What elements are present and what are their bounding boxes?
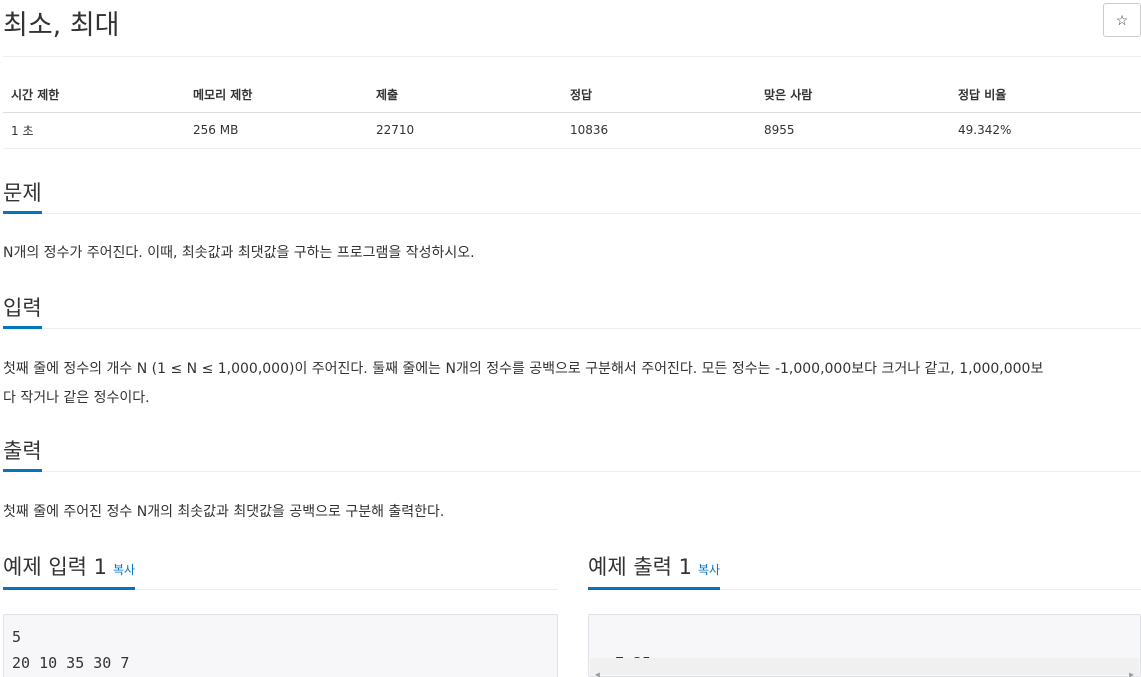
- output-section: 출력 첫째 줄에 주어진 정수 N개의 최솟값과 최댓값을 공백으로 구분해 출…: [3, 438, 1141, 527]
- description-header: 문제: [3, 180, 1141, 214]
- scroll-left-arrow-icon[interactable]: ◀: [595, 662, 600, 677]
- sample-output-copy-link[interactable]: 복사: [698, 563, 720, 577]
- sample-output-section: 예제 출력 1 복사: [588, 548, 1141, 590]
- sample-input-heading: 예제 입력 1 복사: [3, 548, 136, 590]
- output-text: 첫째 줄에 주어진 정수 N개의 최솟값과 최댓값을 공백으로 구분해 출력한다…: [3, 504, 445, 520]
- info-value-accepted: 10836: [562, 112, 756, 149]
- input-header: 입력: [3, 295, 1141, 329]
- info-header-submissions: 제출: [368, 78, 562, 113]
- input-heading: 입력: [3, 295, 42, 329]
- info-header-ratio: 정답 비율: [950, 78, 1141, 113]
- info-value-row: 1 초 256 MB 22710 10836 8955 49.342%: [3, 112, 1141, 149]
- info-value-solved-users: 8955: [756, 112, 950, 149]
- info-value-memory-limit: 256 MB: [185, 112, 368, 149]
- input-text-line1: 첫째 줄에 정수의 개수 N (1 ≤ N ≤ 1,000,000)이 주어진다…: [3, 361, 1044, 377]
- horizontal-scrollbar[interactable]: ◀ ▶: [590, 658, 1139, 677]
- problem-info-table: 시간 제한 메모리 제한 제출 정답 맞은 사람 정답 비율 1 초 256 M…: [3, 78, 1141, 149]
- info-header-time-limit: 시간 제한: [3, 78, 185, 113]
- star-button[interactable]: ☆: [1103, 3, 1141, 37]
- description-text: N개의 정수가 주어진다. 이때, 최솟값과 최댓값을 구하는 프로그램을 작성…: [3, 245, 475, 261]
- description-section: 문제 N개의 정수가 주어진다. 이때, 최솟값과 최댓값을 구하는 프로그램을…: [3, 180, 1141, 268]
- title-divider: [3, 56, 1141, 57]
- sample-output-heading-text: 예제 출력 1: [588, 555, 692, 579]
- sample-input-block[interactable]: 5 20 10 35 30 7: [3, 614, 558, 677]
- scroll-right-arrow-icon[interactable]: ▶: [1129, 662, 1134, 677]
- description-heading: 문제: [3, 180, 42, 214]
- output-header: 출력: [3, 438, 1141, 472]
- info-value-time-limit: 1 초: [3, 112, 185, 149]
- sample-output-block[interactable]: 7 35 ◀ ▶: [588, 614, 1141, 677]
- sample-input-copy-link[interactable]: 복사: [113, 563, 135, 577]
- page-title: 최소, 최대: [3, 10, 120, 41]
- star-icon: ☆: [1115, 11, 1129, 28]
- input-text-line2: 다 작거나 같은 정수이다.: [3, 390, 150, 406]
- info-value-submissions: 22710: [368, 112, 562, 149]
- input-section: 입력 첫째 줄에 정수의 개수 N (1 ≤ N ≤ 1,000,000)이 주…: [3, 295, 1141, 413]
- info-header-solved-users: 맞은 사람: [756, 78, 950, 113]
- info-header-row: 시간 제한 메모리 제한 제출 정답 맞은 사람 정답 비율: [3, 78, 1141, 113]
- sample-output-heading: 예제 출력 1 복사: [588, 548, 721, 590]
- info-value-ratio: 49.342%: [950, 112, 1141, 149]
- output-heading: 출력: [3, 438, 42, 472]
- sample-input-section: 예제 입력 1 복사: [3, 548, 558, 590]
- sample-input-header: 예제 입력 1 복사: [3, 548, 558, 590]
- info-header-memory-limit: 메모리 제한: [185, 78, 368, 113]
- sample-input-heading-text: 예제 입력 1: [3, 555, 107, 579]
- sample-output-header: 예제 출력 1 복사: [588, 548, 1141, 590]
- info-header-accepted: 정답: [562, 78, 756, 113]
